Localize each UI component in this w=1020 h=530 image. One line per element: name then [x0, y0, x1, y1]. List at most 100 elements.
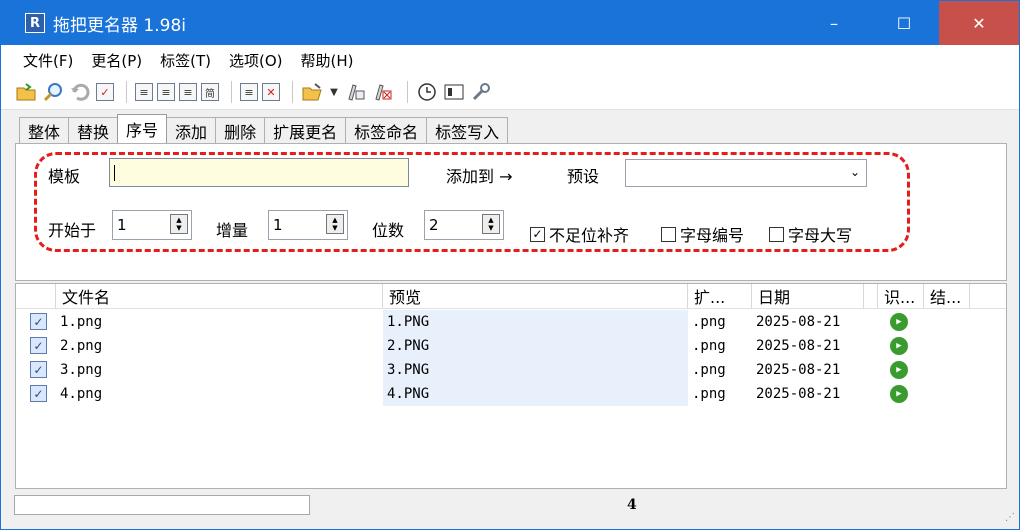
- tab-overall[interactable]: 整体: [19, 117, 70, 143]
- spinner-arrows-icon[interactable]: ▲ ▼: [326, 214, 344, 234]
- row-checkbox-icon[interactable]: ✓: [30, 361, 47, 378]
- tab-extended-rename[interactable]: 扩展更名: [264, 117, 347, 143]
- sequence-panel: 模板 添加到 → 预设 ⌄ 开始于 1 ▲ ▼ 增量 1 ▲ ▼ 位数 2 ▲ ▼ ✓ 不足位…: [15, 143, 1007, 281]
- tab-add[interactable]: 添加: [166, 117, 217, 143]
- row-filename: 3.png: [60, 362, 103, 378]
- menu-help[interactable]: 帮助(H): [300, 50, 353, 71]
- check-list-icon[interactable]: ✓: [96, 83, 114, 101]
- header-check[interactable]: [16, 284, 56, 308]
- row-ext: .png: [692, 362, 726, 378]
- table-row[interactable]: ✓ 1.png 1.PNG .png 2025-08-21 ▶: [16, 310, 1006, 334]
- window-title: 拖把更名器 1.98i: [53, 15, 186, 36]
- start-label: 开始于: [48, 221, 97, 240]
- digits-value: 2: [429, 216, 439, 234]
- increment-value: 1: [273, 216, 283, 234]
- header-filename[interactable]: 文件名: [56, 284, 383, 308]
- play-icon[interactable]: ▶: [890, 337, 908, 355]
- panel-icon[interactable]: [443, 81, 465, 103]
- menu-bar: 文件(F) 更名(P) 标签(T) 选项(O) 帮助(H): [1, 45, 1019, 75]
- spinner-arrows-icon[interactable]: ▲ ▼: [482, 214, 500, 234]
- menu-tags[interactable]: 标签(T): [160, 50, 211, 71]
- dropdown-arrow-icon[interactable]: ▼: [328, 81, 340, 103]
- chevron-down-icon: ⌄: [849, 165, 860, 179]
- alpha-checkbox[interactable]: 字母编号: [661, 222, 744, 246]
- pad-checkbox[interactable]: ✓ 不足位补齐: [530, 222, 629, 246]
- tab-sequence[interactable]: 序号: [117, 114, 168, 143]
- preset-label: 预设: [567, 167, 600, 186]
- menu-rename[interactable]: 更名(P): [91, 50, 142, 71]
- row-checkbox-icon[interactable]: ✓: [30, 313, 47, 330]
- play-icon[interactable]: ▶: [890, 313, 908, 331]
- row-preview: 2.PNG: [383, 334, 688, 358]
- table-row[interactable]: ✓ 3.png 3.PNG .png 2025-08-21 ▶: [16, 358, 1006, 382]
- tab-replace[interactable]: 替换: [68, 117, 119, 143]
- header-date[interactable]: 日期: [752, 284, 864, 308]
- maximize-button[interactable]: ☐: [869, 1, 939, 45]
- row-ext: .png: [692, 314, 726, 330]
- tag-delete-icon[interactable]: [372, 81, 394, 103]
- template-label: 模板: [48, 167, 81, 186]
- header-result[interactable]: 结...: [924, 284, 970, 308]
- table-row[interactable]: ✓ 4.png 4.PNG .png 2025-08-21 ▶: [16, 382, 1006, 406]
- row-checkbox-icon[interactable]: ✓: [30, 385, 47, 402]
- row-checkbox-icon[interactable]: ✓: [30, 337, 47, 354]
- app-icon: R: [25, 13, 45, 33]
- checkbox-checked-icon: ✓: [530, 226, 545, 242]
- start-spinner[interactable]: 1 ▲ ▼: [112, 210, 192, 240]
- list-header: 文件名 预览 扩... 日期 识... 结...: [16, 284, 1006, 309]
- template-input[interactable]: [109, 158, 409, 187]
- title-bar[interactable]: R 拖把更名器 1.98i – ☐ ✕: [1, 1, 1019, 45]
- tab-tag-writing[interactable]: 标签写入: [426, 117, 509, 143]
- simplified-icon[interactable]: 简: [201, 83, 219, 101]
- file-rename-b-icon[interactable]: ≡: [157, 83, 175, 101]
- minimize-icon: –: [830, 13, 838, 33]
- table-row[interactable]: ✓ 2.png 2.PNG .png 2025-08-21 ▶: [16, 334, 1006, 358]
- preset-select[interactable]: ⌄: [625, 159, 867, 187]
- document-icon[interactable]: ≡: [240, 83, 258, 101]
- digits-label: 位数: [372, 221, 405, 240]
- row-ext: .png: [692, 386, 726, 402]
- row-preview: 4.PNG: [383, 382, 688, 406]
- play-icon[interactable]: ▶: [890, 361, 908, 379]
- increment-spinner[interactable]: 1 ▲ ▼: [268, 210, 348, 240]
- status-bar: 4 ⋰: [1, 493, 1019, 529]
- row-preview: 1.PNG: [383, 310, 688, 334]
- undo-icon[interactable]: [69, 81, 91, 103]
- row-date: 2025-08-21: [756, 314, 841, 330]
- digits-spinner[interactable]: 2 ▲ ▼: [424, 210, 504, 240]
- file-rename-c-icon[interactable]: ≡: [179, 83, 197, 101]
- alpha-label: 字母编号: [680, 226, 745, 245]
- play-icon[interactable]: ▶: [890, 385, 908, 403]
- close-button[interactable]: ✕: [939, 1, 1019, 45]
- minimize-button[interactable]: –: [799, 1, 869, 45]
- row-ext: .png: [692, 338, 726, 354]
- row-filename: 2.png: [60, 338, 103, 354]
- resize-grip-icon[interactable]: ⋰: [1005, 512, 1015, 523]
- clock-icon[interactable]: [416, 81, 438, 103]
- file-rename-a-icon[interactable]: ≡: [135, 83, 153, 101]
- tag-edit-icon[interactable]: [345, 81, 367, 103]
- tab-strip: 整体 替换 序号 添加 删除 扩展更名 标签命名 标签写入: [19, 114, 509, 143]
- menu-options[interactable]: 选项(O): [229, 50, 283, 71]
- tab-tag-naming[interactable]: 标签命名: [345, 117, 428, 143]
- header-preview[interactable]: 预览: [383, 284, 688, 308]
- file-list[interactable]: 文件名 预览 扩... 日期 识... 结... ✓ 1.png 1.PNG .…: [15, 283, 1007, 489]
- checkbox-icon: [769, 226, 784, 242]
- search-icon[interactable]: [42, 81, 64, 103]
- delete-document-icon[interactable]: ✕: [262, 83, 280, 101]
- row-filename: 4.png: [60, 386, 103, 402]
- header-ext[interactable]: 扩...: [688, 284, 752, 308]
- row-filename: 1.png: [60, 314, 103, 330]
- folder-open-icon[interactable]: [301, 81, 323, 103]
- spinner-arrows-icon[interactable]: ▲ ▼: [170, 214, 188, 234]
- row-date: 2025-08-21: [756, 386, 841, 402]
- header-recog[interactable]: 识...: [878, 284, 924, 308]
- app-window: R 拖把更名器 1.98i – ☐ ✕ 文件(F) 更名(P) 标签(T) 选项…: [0, 0, 1020, 530]
- open-folder-icon[interactable]: [15, 81, 37, 103]
- wrench-icon[interactable]: [470, 81, 492, 103]
- menu-file[interactable]: 文件(F): [23, 50, 73, 71]
- add-to-label: 添加到 →: [446, 167, 513, 186]
- uppercase-checkbox[interactable]: 字母大写: [769, 222, 852, 246]
- tab-delete[interactable]: 删除: [215, 117, 266, 143]
- pad-label: 不足位补齐: [549, 226, 630, 245]
